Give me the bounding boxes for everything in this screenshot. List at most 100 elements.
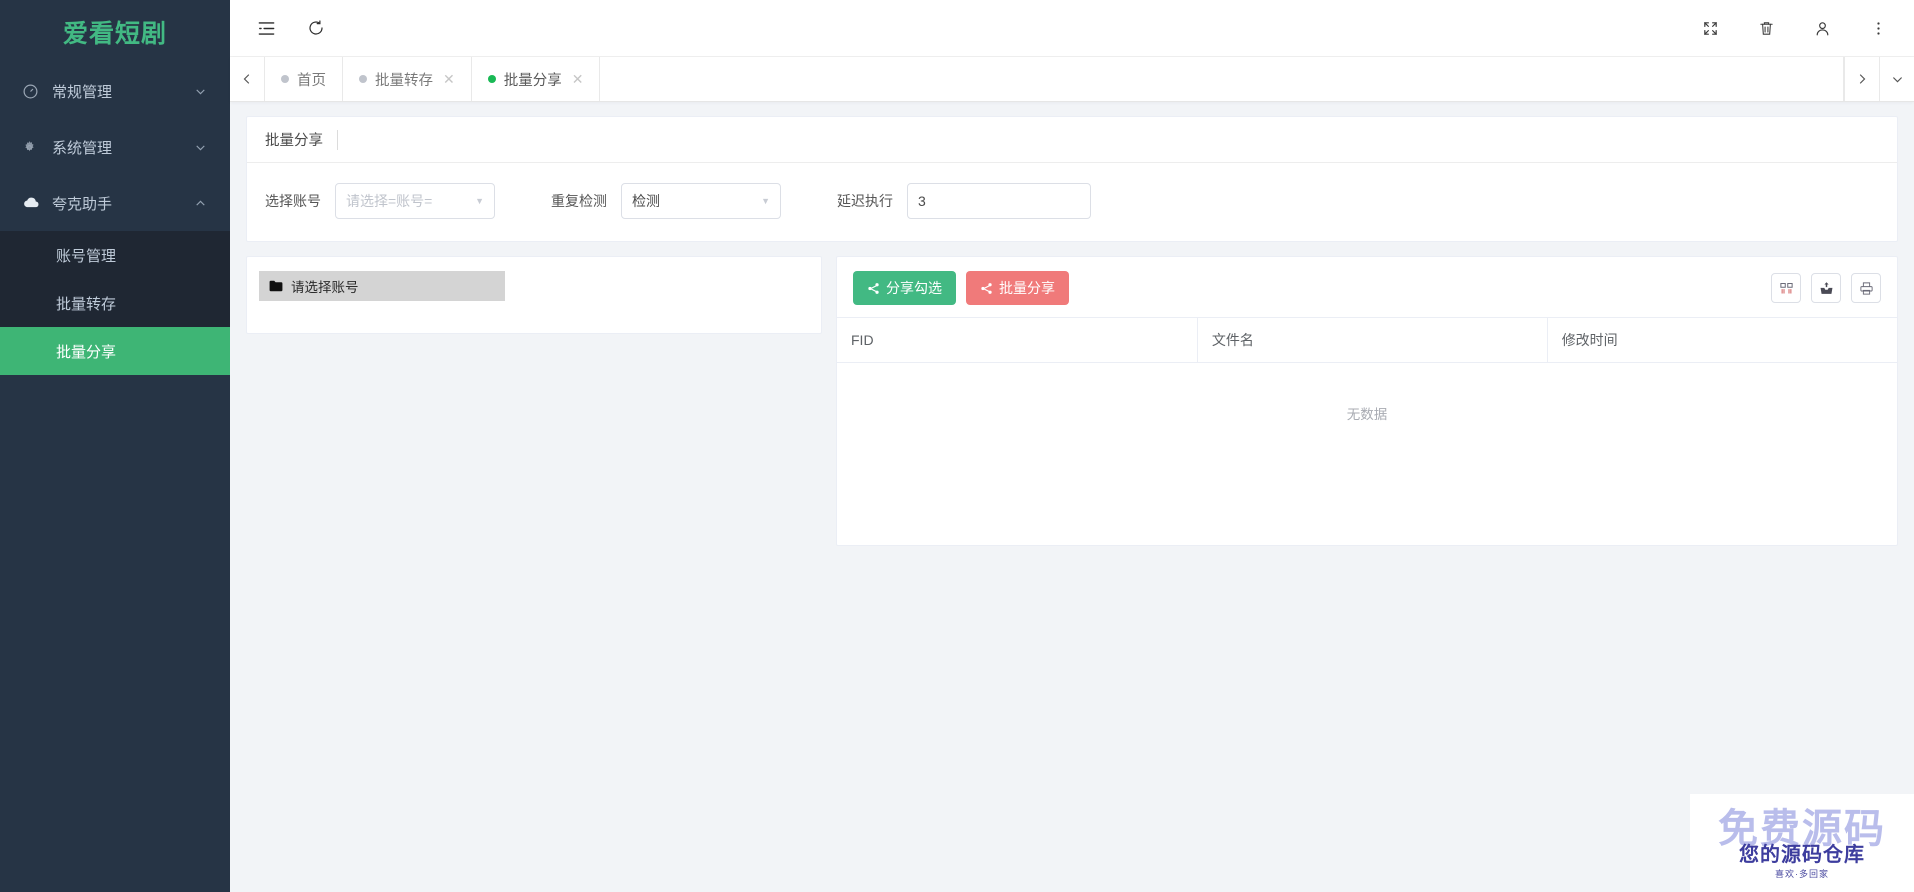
table-body: 无数据 [837,363,1897,488]
account-select[interactable]: 请选择=账号= ▼ [335,183,495,219]
sidebar-item-label: 夸克助手 [48,193,194,214]
cloud-icon [22,194,48,212]
app-logo: 爱看短剧 [0,0,230,63]
more-vertical-icon[interactable] [1866,16,1890,40]
table-header-row: FID 文件名 修改时间 [837,318,1897,363]
tab-status-dot [488,75,496,83]
table-toolbar: 分享勾选 批量分享 [837,257,1897,317]
tab-status-dot [281,75,289,83]
tab-status-dot [359,75,367,83]
sidebar-item-label: 账号管理 [56,245,116,266]
table-footer-space [837,487,1897,545]
tabs-scroll-left-button[interactable] [230,57,265,101]
tab-label: 首页 [297,69,326,90]
chevron-down-icon [194,85,208,98]
folder-icon [269,280,283,292]
content-panes: 请选择账号 分享勾选 [246,256,1898,546]
tab-list: 首页 批量转存 ✕ 批量分享 ✕ [265,57,1844,101]
refresh-icon[interactable] [304,16,328,40]
sidebar-item-general-management[interactable]: 常规管理 [0,63,230,119]
tab-label: 批量分享 [504,69,562,90]
tab-label: 批量转存 [375,69,433,90]
tabs-dropdown-button[interactable] [1879,57,1914,101]
share-icon [980,282,993,295]
form-label: 延迟执行 [837,191,893,211]
tab-home[interactable]: 首页 [265,57,343,101]
trash-icon[interactable] [1754,16,1778,40]
account-select-placeholder: 请选择=账号= [346,191,432,211]
sidebar-submenu-quark: 账号管理 批量转存 批量分享 [0,231,230,375]
form-item-select-account: 选择账号 请选择=账号= ▼ [265,183,495,219]
tab-close-icon[interactable]: ✕ [572,72,584,86]
tab-batch-share[interactable]: 批量分享 ✕ [472,57,601,101]
duplicate-check-value: 检测 [632,191,660,211]
watermark-inner: 免费源码 您的源码仓库 喜欢·多回家 [1702,803,1902,883]
sidebar-item-label: 系统管理 [48,137,194,158]
batch-share-label: 批量分享 [999,278,1055,298]
sidebar-item-label: 常规管理 [48,81,194,102]
sidebar-menu: 常规管理 系统管理 [0,63,230,892]
share-selected-label: 分享勾选 [886,278,942,298]
account-tree-panel: 请选择账号 [246,256,822,334]
page-title-bar: 批量分享 [247,117,1897,163]
tabs-scroll-right-button[interactable] [1844,57,1879,101]
tree-node-label: 请选择账号 [291,276,359,296]
sidebar-item-quark-assistant[interactable]: 夸克助手 [0,175,230,231]
form-label: 选择账号 [265,191,321,211]
tab-close-icon[interactable]: ✕ [443,72,455,86]
share-selected-button[interactable]: 分享勾选 [853,271,956,305]
share-icon [867,282,880,295]
title-divider [337,130,338,150]
user-icon[interactable] [1810,16,1834,40]
sidebar-item-account-management[interactable]: 账号管理 [0,231,230,279]
tab-batch-transfer[interactable]: 批量转存 ✕ [343,57,472,101]
form-item-delay-execute: 延迟执行 3 [837,183,1091,219]
top-navbar [230,0,1914,57]
navbar-left-group [254,16,328,40]
sidebar: 爱看短剧 常规管理 [0,0,230,892]
sidebar-item-label: 批量转存 [56,293,116,314]
watermark: 免费源码 您的源码仓库 喜欢·多回家 [1690,794,1914,892]
delay-execute-input[interactable]: 3 [907,183,1091,219]
sidebar-item-label: 批量分享 [56,341,116,362]
gear-icon [22,140,48,155]
duplicate-check-select[interactable]: 检测 ▼ [621,183,781,219]
table-empty-text: 无数据 [837,363,1897,488]
columns-icon[interactable] [1771,273,1801,303]
batch-share-button[interactable]: 批量分享 [966,271,1069,305]
column-header-modified-time[interactable]: 修改时间 [1547,318,1897,363]
column-header-fid[interactable]: FID [837,318,1197,363]
watermark-title: 免费源码 [1702,809,1902,849]
watermark-subtitle: 您的源码仓库 [1702,845,1902,865]
file-table-panel: 分享勾选 批量分享 [836,256,1898,546]
form-item-duplicate-check: 重复检测 检测 ▼ [551,183,781,219]
fullscreen-icon[interactable] [1698,16,1722,40]
export-icon[interactable] [1811,273,1841,303]
app-root: 爱看短剧 常规管理 [0,0,1914,892]
caret-down-icon: ▼ [475,196,484,206]
sidebar-item-system-management[interactable]: 系统管理 [0,119,230,175]
gauge-icon [22,83,48,100]
sidebar-item-batch-share[interactable]: 批量分享 [0,327,230,375]
tab-bar: 首页 批量转存 ✕ 批量分享 ✕ [230,57,1914,102]
table-tool-icons [1771,273,1881,303]
column-header-filename[interactable]: 文件名 [1197,318,1547,363]
filter-form: 选择账号 请选择=账号= ▼ 重复检测 检测 ▼ [247,163,1897,241]
menu-collapse-icon[interactable] [254,16,278,40]
navbar-right-group [1698,16,1890,40]
main-area: 首页 批量转存 ✕ 批量分享 ✕ [230,0,1914,892]
print-icon[interactable] [1851,273,1881,303]
file-table: FID 文件名 修改时间 无数据 [837,317,1897,487]
sidebar-item-batch-transfer[interactable]: 批量转存 [0,279,230,327]
table-head: FID 文件名 修改时间 [837,318,1897,363]
chevron-up-icon [194,197,208,210]
form-label: 重复检测 [551,191,607,211]
tree-node-select-account[interactable]: 请选择账号 [259,271,505,301]
filter-panel: 批量分享 选择账号 请选择=账号= ▼ 重复检测 检测 [246,116,1898,242]
chevron-down-icon [194,141,208,154]
tab-bar-right-controls [1844,57,1914,101]
watermark-tagline: 喜欢·多回家 [1702,867,1902,880]
tab-list-spacer [600,57,1844,101]
caret-down-icon: ▼ [761,196,770,206]
page-title: 批量分享 [265,129,337,150]
